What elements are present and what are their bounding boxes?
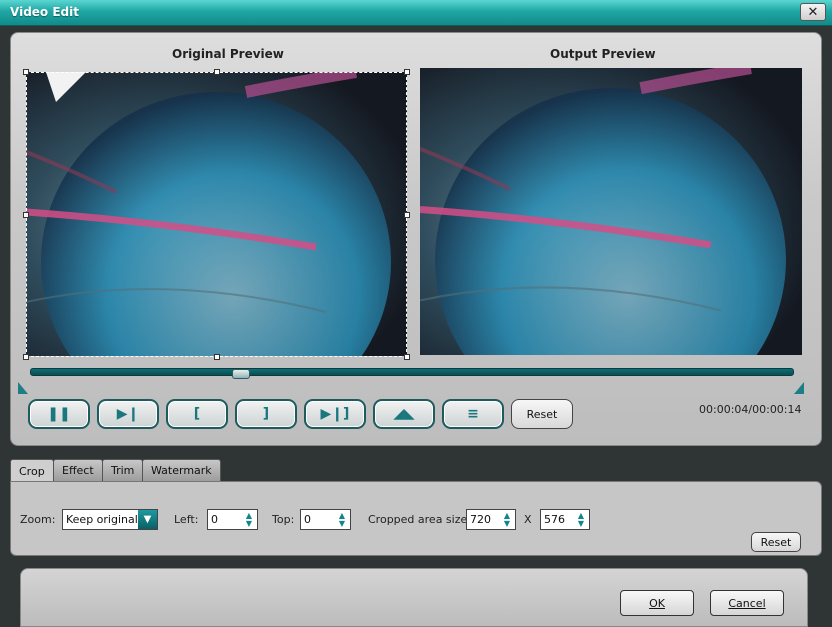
top-label: Top: xyxy=(272,513,295,526)
seek-thumb[interactable] xyxy=(232,369,250,379)
time-display: 00:00:04/00:00:14 xyxy=(699,403,802,416)
preview-reset-button[interactable]: Reset xyxy=(511,399,573,429)
next-frame-button[interactable]: ▶❙ xyxy=(97,399,159,429)
width-value: 720 xyxy=(470,513,491,526)
zoom-label: Zoom: xyxy=(20,513,56,526)
mark-out-icon: ] xyxy=(262,406,270,422)
pause-icon: ❚❚ xyxy=(47,406,71,422)
top-spinbox[interactable]: 0 ▲ ▼ xyxy=(300,509,351,530)
spin-arrows-icon[interactable]: ▲ ▼ xyxy=(242,511,256,528)
chevron-down-icon: ▼ xyxy=(138,510,157,529)
video-frame-image xyxy=(26,72,407,356)
spin-arrows-icon[interactable]: ▲ ▼ xyxy=(500,511,514,528)
mark-in-icon: [ xyxy=(193,406,201,422)
seek-bar[interactable] xyxy=(30,368,794,376)
video-frame-image xyxy=(420,68,802,355)
width-spinbox[interactable]: 720 ▲ ▼ xyxy=(466,509,516,530)
lines-icon: ≡ xyxy=(467,406,479,422)
spin-arrows-icon[interactable]: ▲ ▼ xyxy=(335,511,349,528)
tab-trim[interactable]: Trim xyxy=(102,459,144,481)
height-value: 576 xyxy=(544,513,565,526)
mark-out-button[interactable]: ] xyxy=(235,399,297,429)
flip-button[interactable]: ◢◣ xyxy=(373,399,435,429)
x-label: X xyxy=(524,513,532,526)
left-spinbox[interactable]: 0 ▲ ▼ xyxy=(207,509,258,530)
spin-arrows-icon[interactable]: ▲ ▼ xyxy=(574,511,588,528)
close-button[interactable]: ✕ xyxy=(800,3,826,21)
original-preview-label: Original Preview xyxy=(172,47,284,61)
title-bar: Video Edit ✕ xyxy=(0,0,832,26)
top-value: 0 xyxy=(304,513,311,526)
original-video[interactable] xyxy=(26,72,407,356)
zoom-value: Keep original xyxy=(66,513,138,526)
go-to-end-button[interactable]: ▶❙] xyxy=(304,399,366,429)
pause-button[interactable]: ❚❚ xyxy=(28,399,90,429)
window-title: Video Edit xyxy=(10,5,79,19)
left-label: Left: xyxy=(174,513,199,526)
crop-reset-button[interactable]: Reset xyxy=(751,532,801,552)
flip-icon: ◢◣ xyxy=(393,406,415,422)
tab-crop[interactable]: Crop xyxy=(10,459,54,482)
zoom-select[interactable]: Keep original ▼ xyxy=(62,509,158,530)
effect-button[interactable]: ≡ xyxy=(442,399,504,429)
ok-button[interactable]: OK xyxy=(620,590,694,616)
mark-in-button[interactable]: [ xyxy=(166,399,228,429)
trim-end-marker[interactable] xyxy=(794,382,804,394)
cropped-area-label: Cropped area size: xyxy=(368,513,471,526)
left-value: 0 xyxy=(211,513,218,526)
next-frame-icon: ▶❙ xyxy=(116,406,140,422)
trim-start-marker[interactable] xyxy=(18,382,28,394)
height-spinbox[interactable]: 576 ▲ ▼ xyxy=(540,509,590,530)
output-preview-label: Output Preview xyxy=(550,47,656,61)
cancel-button[interactable]: Cancel xyxy=(710,590,784,616)
tab-watermark[interactable]: Watermark xyxy=(142,459,221,481)
close-icon: ✕ xyxy=(807,4,819,20)
tab-effect[interactable]: Effect xyxy=(53,459,103,481)
go-to-end-icon: ▶❙] xyxy=(320,406,350,422)
output-video xyxy=(420,68,802,355)
